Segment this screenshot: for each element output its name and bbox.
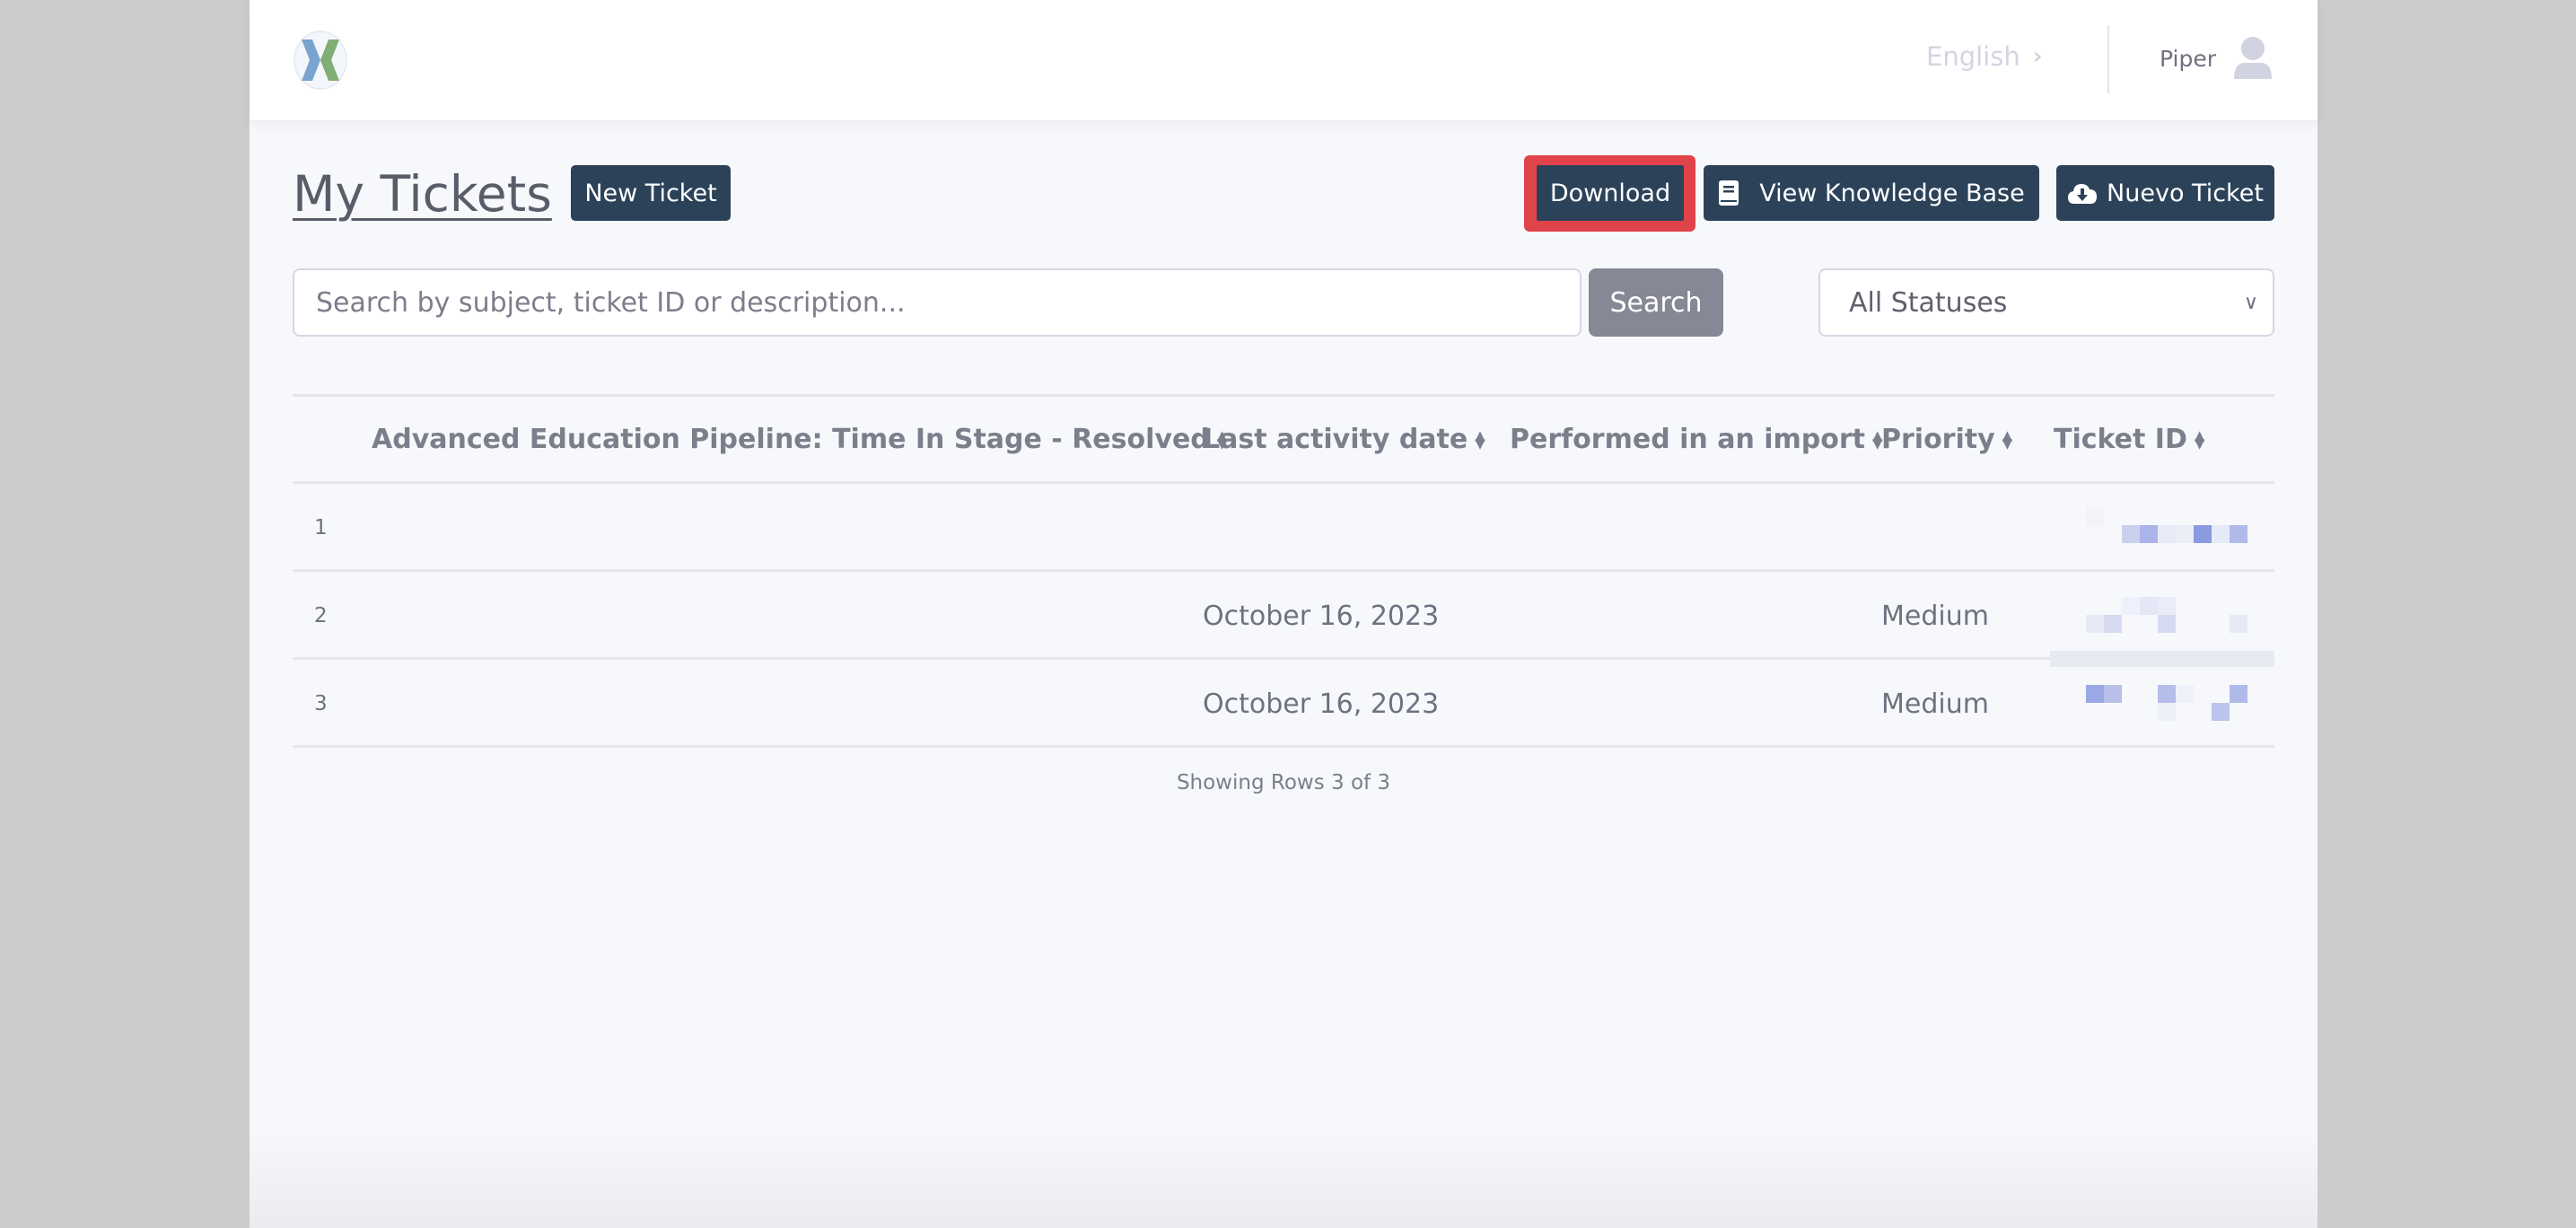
search-button-label: Search: [1609, 286, 1703, 319]
download-label: Download: [1549, 179, 1671, 207]
column-label: Priority: [1881, 424, 1995, 455]
last-activity-cell: October 16, 2023: [1203, 688, 1440, 720]
rows-count-text: Showing Rows 3 of 3: [1176, 771, 1391, 794]
logo-icon: [294, 31, 347, 90]
search-input[interactable]: [293, 268, 1582, 337]
column-header-ticket-id[interactable]: Ticket ID ▲ ▼: [2054, 424, 2204, 455]
status-filter-select[interactable]: All Statuses ∨: [1818, 268, 2274, 337]
nav-divider: [2107, 25, 2109, 93]
ticket-id-cell-redacted[interactable]: [2050, 660, 2274, 748]
chevron-right-icon: ›: [2032, 43, 2043, 70]
new-ticket-label: New Ticket: [584, 179, 717, 207]
table-row[interactable]: 1: [293, 484, 2274, 572]
view-knowledge-base-button[interactable]: View Knowledge Base: [1704, 165, 2039, 221]
column-header-time-in-stage[interactable]: Advanced Education Pipeline: Time In Sta…: [372, 424, 1227, 455]
nuevo-ticket-label: Nuevo Ticket: [2107, 179, 2264, 207]
language-label: English: [1926, 41, 2020, 72]
user-name: Piper: [2160, 45, 2217, 72]
user-menu[interactable]: Piper: [2160, 36, 2274, 81]
column-label: Performed in an import: [1510, 424, 1866, 455]
page-title[interactable]: My Tickets: [293, 165, 552, 223]
new-ticket-button[interactable]: New Ticket: [571, 165, 731, 221]
table-row[interactable]: 3 October 16, 2023 Medium: [293, 660, 2274, 748]
sort-icon: ▲ ▼: [2194, 427, 2205, 452]
sort-icon: ▲ ▼: [2002, 427, 2013, 452]
redacted-pixels: [2050, 572, 2274, 667]
knowledge-base-label: View Knowledge Base: [1759, 179, 2025, 207]
tickets-table: Advanced Education Pipeline: Time In Sta…: [293, 394, 2274, 794]
ticket-id-cell-redacted[interactable]: [2050, 572, 2274, 667]
table-header: Advanced Education Pipeline: Time In Sta…: [293, 394, 2274, 484]
column-header-performed-in-import[interactable]: Performed in an import ▲ ▼: [1510, 424, 1883, 455]
row-number: 3: [314, 692, 328, 715]
user-avatar-icon: [2234, 37, 2273, 79]
column-label: Advanced Education Pipeline: Time In Sta…: [372, 424, 1210, 455]
column-label: Ticket ID: [2054, 424, 2187, 455]
chevron-down-icon: ∨: [2243, 291, 2258, 314]
download-button[interactable]: Download: [1537, 165, 1684, 221]
priority-cell: Medium: [1881, 600, 1989, 632]
column-header-last-activity[interactable]: Last activity date ▲ ▼: [1203, 424, 1485, 455]
priority-cell: Medium: [1881, 688, 1989, 720]
logo[interactable]: [293, 31, 348, 90]
book-icon: [1719, 180, 1739, 206]
table-row[interactable]: 2 October 16, 2023 Medium: [293, 572, 2274, 667]
nuevo-ticket-button[interactable]: Nuevo Ticket: [2056, 165, 2274, 221]
row-number: 1: [314, 516, 328, 539]
redacted-pixels: [2050, 660, 2274, 748]
page: English › Piper My Tickets New Ticket Do…: [250, 0, 2318, 1228]
redacted-pixels: [2050, 484, 2274, 572]
last-activity-cell: October 16, 2023: [1203, 600, 1440, 632]
row-number: 2: [314, 604, 328, 627]
cloud-download-icon: [2068, 184, 2098, 204]
navbar: English › Piper: [250, 0, 2318, 120]
column-label: Last activity date: [1203, 424, 1468, 455]
language-selector[interactable]: English ›: [1926, 41, 2042, 72]
ticket-id-cell-redacted[interactable]: [2050, 484, 2274, 572]
status-filter-value: All Statuses: [1849, 286, 2008, 319]
search-button[interactable]: Search: [1589, 268, 1723, 337]
sort-icon: ▲ ▼: [1475, 427, 1485, 452]
column-header-priority[interactable]: Priority ▲ ▼: [1881, 424, 2012, 455]
